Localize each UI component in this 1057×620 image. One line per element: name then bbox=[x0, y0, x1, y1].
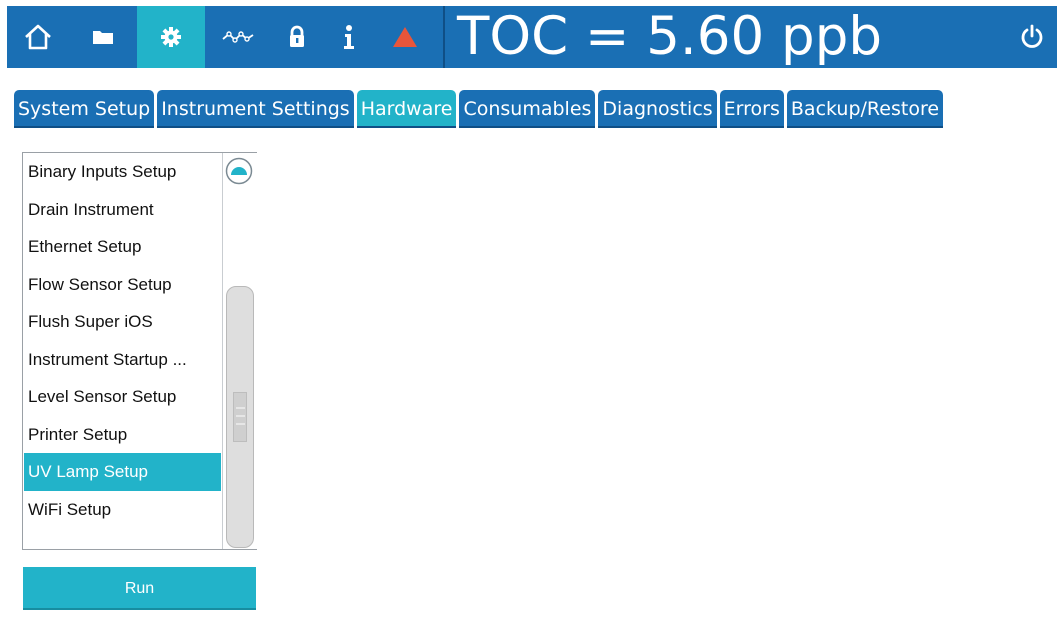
scroll-thumb[interactable] bbox=[226, 286, 254, 548]
list-scrollbar[interactable] bbox=[222, 153, 257, 549]
lock-button[interactable] bbox=[271, 6, 323, 68]
tab-system-setup[interactable]: System Setup bbox=[14, 90, 155, 128]
list-item-instrument-startup[interactable]: Instrument Startup ... bbox=[24, 341, 221, 379]
power-icon bbox=[1021, 24, 1043, 48]
run-button[interactable]: Run bbox=[23, 567, 256, 610]
toc-readout: TOC = 5.60 ppb bbox=[457, 6, 882, 67]
folder-icon bbox=[93, 31, 113, 44]
trend-icon bbox=[222, 31, 254, 43]
list-item-level-sensor-setup[interactable]: Level Sensor Setup bbox=[24, 378, 221, 416]
tab-diagnostics[interactable]: Diagnostics bbox=[598, 90, 717, 128]
hardware-list: Binary Inputs Setup Drain Instrument Eth… bbox=[22, 152, 257, 550]
list-items: Binary Inputs Setup Drain Instrument Eth… bbox=[24, 153, 221, 528]
list-item-flow-sensor-setup[interactable]: Flow Sensor Setup bbox=[24, 266, 221, 304]
lock-icon bbox=[290, 25, 304, 47]
trend-button[interactable] bbox=[205, 6, 271, 68]
list-item-drain-instrument[interactable]: Drain Instrument bbox=[24, 191, 221, 229]
alert-triangle-icon bbox=[393, 27, 417, 47]
list-item-printer-setup[interactable]: Printer Setup bbox=[24, 416, 221, 454]
list-item-wifi-setup[interactable]: WiFi Setup bbox=[24, 491, 221, 529]
tab-backup-restore[interactable]: Backup/Restore bbox=[786, 90, 944, 128]
files-button[interactable] bbox=[69, 6, 137, 68]
list-item-ethernet-setup[interactable]: Ethernet Setup bbox=[24, 228, 221, 266]
tab-errors[interactable]: Errors bbox=[719, 90, 784, 128]
power-button[interactable] bbox=[1009, 6, 1055, 68]
list-item-flush-super-ios[interactable]: Flush Super iOS bbox=[24, 303, 221, 341]
info-button[interactable] bbox=[323, 6, 375, 68]
alarm-button[interactable] bbox=[375, 6, 435, 68]
list-item-uv-lamp-setup[interactable]: UV Lamp Setup bbox=[24, 453, 221, 491]
gear-icon bbox=[161, 27, 181, 47]
scroll-up-button[interactable] bbox=[225, 157, 253, 185]
list-item-binary-inputs-setup[interactable]: Binary Inputs Setup bbox=[24, 153, 221, 191]
tab-instrument-settings[interactable]: Instrument Settings bbox=[157, 90, 354, 128]
tab-bar: System Setup Instrument Settings Hardwar… bbox=[14, 90, 946, 128]
scroll-grip bbox=[233, 392, 247, 442]
home-icon bbox=[25, 24, 51, 50]
header-divider bbox=[443, 6, 445, 68]
tab-consumables[interactable]: Consumables bbox=[459, 90, 596, 128]
tab-hardware[interactable]: Hardware bbox=[356, 90, 457, 128]
info-icon bbox=[344, 25, 354, 49]
home-button[interactable] bbox=[7, 6, 69, 68]
settings-button[interactable] bbox=[137, 6, 205, 68]
top-bar: TOC = 5.60 ppb bbox=[7, 6, 1057, 68]
chevron-up-icon bbox=[225, 157, 253, 185]
